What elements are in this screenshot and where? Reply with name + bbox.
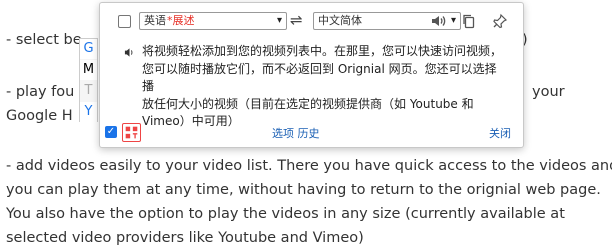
pin-icon[interactable]: [492, 13, 508, 29]
page-line-google: Google H: [6, 108, 73, 124]
source-language-label: 英语: [144, 14, 166, 27]
paragraph-line-2: you can play them at any time, without h…: [6, 182, 601, 198]
side-item-t[interactable]: T: [80, 81, 97, 101]
popup-toolbar: 英语*展述 ▾ ⇌ 中文简体 ▾: [100, 3, 523, 37]
translator-logo-icon[interactable]: [122, 123, 141, 142]
page-line-select: - select be: [6, 32, 82, 48]
swap-languages-icon[interactable]: ⇌: [290, 11, 303, 29]
side-item-m[interactable]: M: [80, 60, 97, 80]
copy-icon[interactable]: [461, 13, 477, 29]
play-translation-icon[interactable]: [124, 47, 135, 58]
paragraph-line-3: You also have the option to play the vid…: [6, 206, 565, 222]
translation-content: 将视频轻松添加到您的视频列表中。在那里，您可以快速访问视频， 您可以随时播放它们…: [124, 43, 508, 131]
options-history-link[interactable]: 选项 历史: [272, 125, 320, 141]
chevron-down-icon: ▾: [276, 15, 282, 26]
source-language-select[interactable]: 英语*展述 ▾: [139, 12, 287, 30]
side-letter-list: G M T Y: [79, 38, 98, 122]
translation-text: 将视频轻松添加到您的视频列表中。在那里，您可以快速访问视频， 您可以随时播放它们…: [142, 44, 503, 128]
enable-checkbox[interactable]: ✓: [105, 126, 117, 138]
popup-footer: ✓ 选项 历史 关闭: [100, 123, 523, 145]
close-link[interactable]: 关闭: [489, 125, 511, 141]
speaker-icon[interactable]: [430, 13, 446, 29]
translation-popup: 英语*展述 ▾ ⇌ 中文简体 ▾ 将视频轻松添加到您的视频列表中。在那里，您可以…: [99, 2, 524, 148]
auto-translate-checkbox[interactable]: [118, 15, 131, 28]
paragraph-line-4: selected video providers like Youtube an…: [6, 230, 364, 246]
chevron-down-icon: ▾: [450, 15, 456, 26]
page-line-play: - play fou: [6, 84, 75, 100]
page-line-play-tail: your: [532, 84, 565, 100]
target-language-label: 中文简体: [318, 14, 362, 27]
source-language-badge: *展述: [167, 14, 195, 27]
side-item-g[interactable]: G: [80, 39, 97, 59]
side-item-y[interactable]: Y: [80, 102, 97, 122]
paragraph-line-1: - add videos easily to your video list. …: [6, 158, 612, 174]
